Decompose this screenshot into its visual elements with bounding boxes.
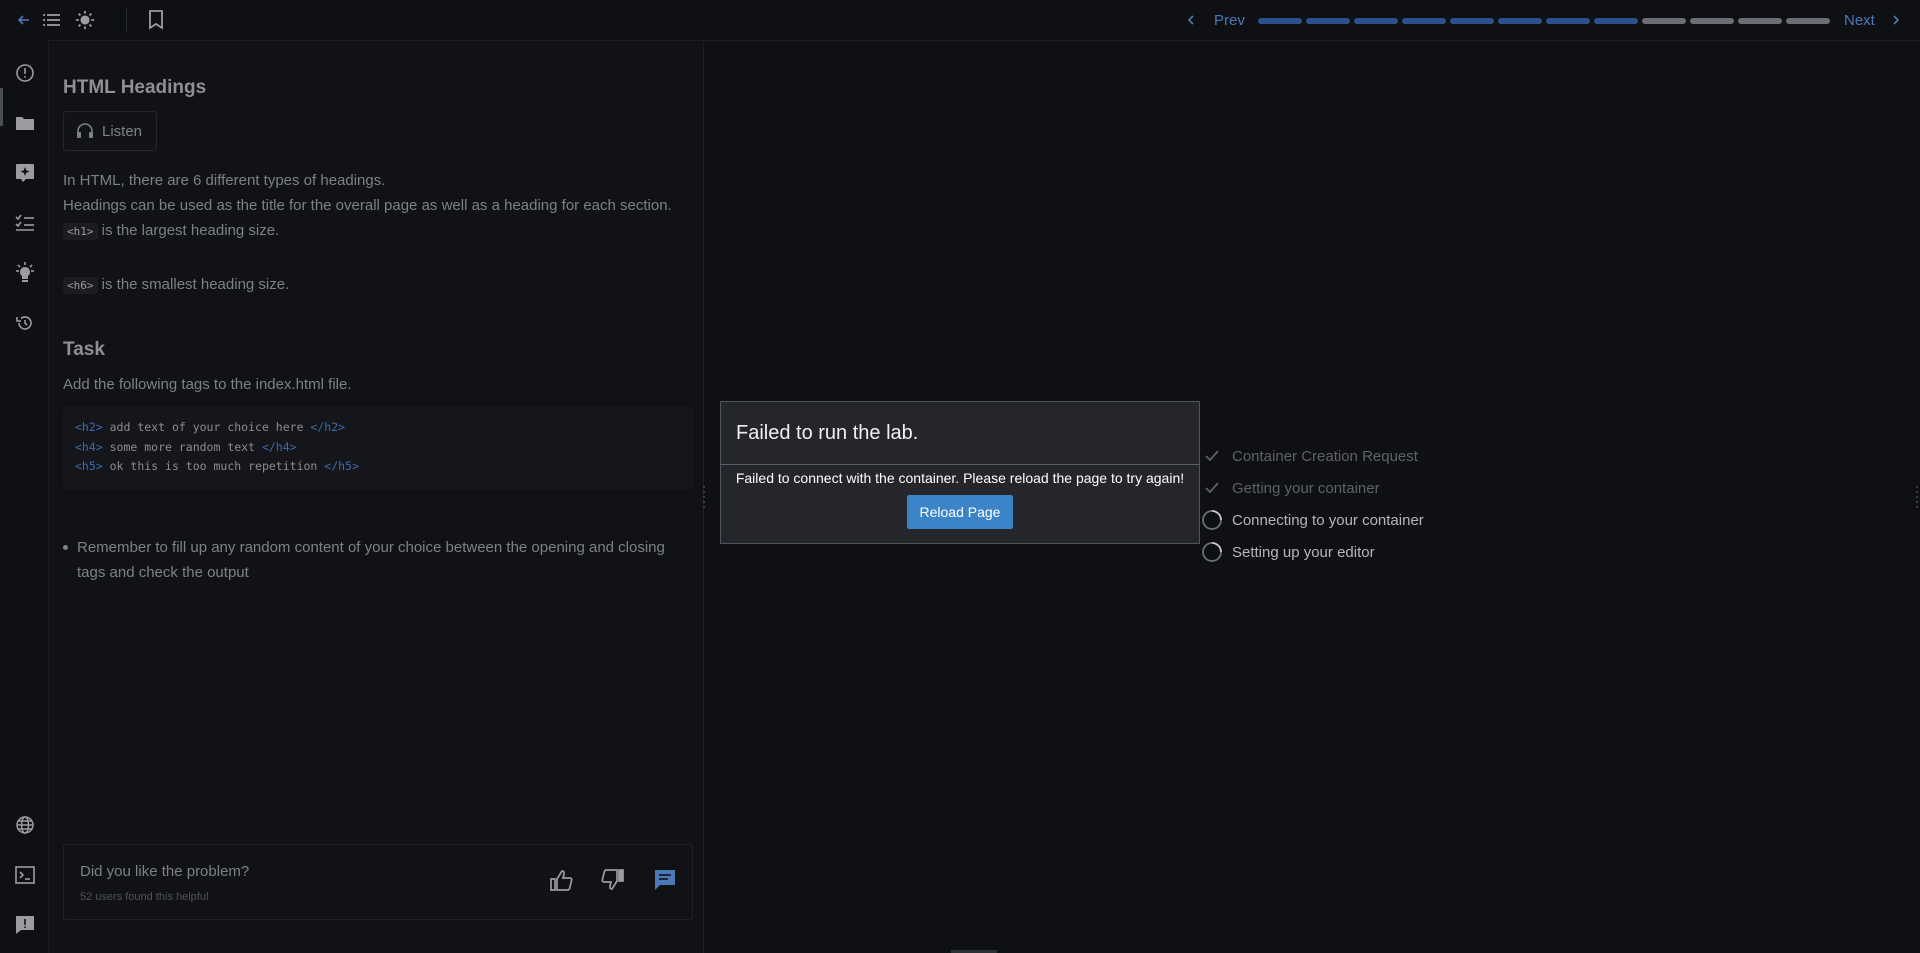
helpful-count: 52 users found this helpful	[80, 891, 209, 903]
report-icon[interactable]	[14, 914, 36, 936]
top-bar: Prev Next	[0, 0, 1920, 41]
code-line: <h4> some more random text </h4>	[75, 439, 297, 454]
code-block: <h2> add text of your choice here </h2> …	[63, 406, 693, 490]
listen-label: Listen	[102, 122, 143, 140]
globe-icon[interactable]	[14, 814, 36, 836]
thumbs-up-icon[interactable]	[548, 867, 574, 893]
headphones-icon	[77, 123, 93, 138]
progress-segment[interactable]	[1738, 18, 1782, 24]
dialog-divider	[721, 464, 1199, 465]
error-dialog: Failed to run the lab. Failed to connect…	[720, 401, 1200, 544]
spinner-icon	[1200, 508, 1224, 532]
prev-label: Prev	[1214, 11, 1245, 29]
step-label: Container Creation Request	[1232, 447, 1418, 465]
terminal-icon[interactable]	[14, 864, 36, 886]
progress-segment[interactable]	[1546, 18, 1590, 24]
bookmark-icon[interactable]	[146, 10, 166, 30]
progress-segment[interactable]	[1306, 18, 1350, 24]
h6-note: <h6> is the smallest heading size.	[63, 275, 289, 296]
check-icon	[1200, 444, 1224, 468]
comment-icon[interactable]	[652, 867, 678, 893]
feedback-question: Did you like the problem?	[80, 863, 250, 880]
step-label: Getting your container	[1232, 479, 1380, 497]
intro-text-1: In HTML, there are 6 different types of …	[63, 172, 386, 189]
step-label: Connecting to your container	[1232, 511, 1424, 529]
thumbs-down-icon[interactable]	[600, 867, 626, 893]
chevron-right-icon	[1893, 15, 1899, 25]
step-item: Getting your container	[1200, 472, 1424, 504]
list-icon[interactable]	[42, 10, 62, 30]
h1-note-text: is the largest heading size.	[97, 222, 280, 239]
prev-button[interactable]: Prev	[1186, 10, 1245, 30]
task-title: Task	[63, 339, 105, 360]
lesson-progress-bar	[1258, 18, 1830, 24]
step-item: Setting up your editor	[1200, 536, 1424, 568]
lightbulb-icon[interactable]	[14, 262, 36, 284]
dialog-title: Failed to run the lab.	[736, 422, 919, 444]
left-rail	[0, 40, 49, 953]
listen-button[interactable]: Listen	[63, 111, 157, 151]
check-icon	[1200, 476, 1224, 500]
step-item: Container Creation Request	[1200, 440, 1424, 472]
step-item: Connecting to your container	[1200, 504, 1424, 536]
panel-resize-handle[interactable]	[703, 486, 705, 512]
problem-title: HTML Headings	[63, 77, 207, 98]
progress-segment[interactable]	[1354, 18, 1398, 24]
dialog-message: Failed to connect with the container. Pl…	[735, 470, 1185, 486]
chevron-left-icon	[1187, 15, 1194, 25]
toolbar-divider	[126, 8, 127, 32]
progress-segment[interactable]	[1450, 18, 1494, 24]
rail-active-indicator	[0, 88, 3, 126]
sun-icon[interactable]	[75, 10, 95, 30]
next-label: Next	[1844, 11, 1875, 29]
h6-note-text: is the smallest heading size.	[97, 276, 290, 293]
hint-bullet: Remember to fill up any random content o…	[63, 535, 687, 585]
right-resize-handle[interactable]	[1916, 486, 1918, 512]
code-line: <h5> ok this is too much repetition </h5…	[75, 459, 359, 473]
ai-sparkle-icon[interactable]	[14, 162, 36, 184]
spinner-icon	[1200, 540, 1224, 564]
folder-icon[interactable]	[14, 112, 36, 134]
code-line: <h2> add text of your choice here </h2>	[75, 420, 346, 434]
intro-text-2: Headings can be used as the title for th…	[63, 197, 672, 214]
progress-segment[interactable]	[1594, 18, 1638, 24]
feedback-box: Did you like the problem? 52 users found…	[63, 844, 693, 920]
progress-segment[interactable]	[1786, 18, 1830, 24]
setup-steps: Container Creation Request Getting your …	[1200, 440, 1424, 568]
history-icon[interactable]	[14, 312, 36, 334]
task-description: Add the following tags to the index.html…	[63, 376, 352, 393]
progress-segment[interactable]	[1498, 18, 1542, 24]
checklist-icon[interactable]	[14, 212, 36, 234]
h1-note: <h1> is the largest heading size.	[63, 221, 279, 242]
progress-segment[interactable]	[1402, 18, 1446, 24]
progress-segment[interactable]	[1642, 18, 1686, 24]
reload-page-button[interactable]: Reload Page	[907, 495, 1013, 529]
h1-code: <h1>	[63, 223, 98, 240]
progress-segment[interactable]	[1690, 18, 1734, 24]
h6-code: <h6>	[63, 277, 98, 294]
back-arrow-icon[interactable]	[14, 10, 34, 30]
progress-segment[interactable]	[1258, 18, 1302, 24]
problem-panel: HTML Headings Listen In HTML, there are …	[49, 41, 704, 953]
info-icon[interactable]	[14, 62, 36, 84]
step-label: Setting up your editor	[1232, 543, 1375, 561]
next-button[interactable]: Next	[1844, 10, 1901, 30]
